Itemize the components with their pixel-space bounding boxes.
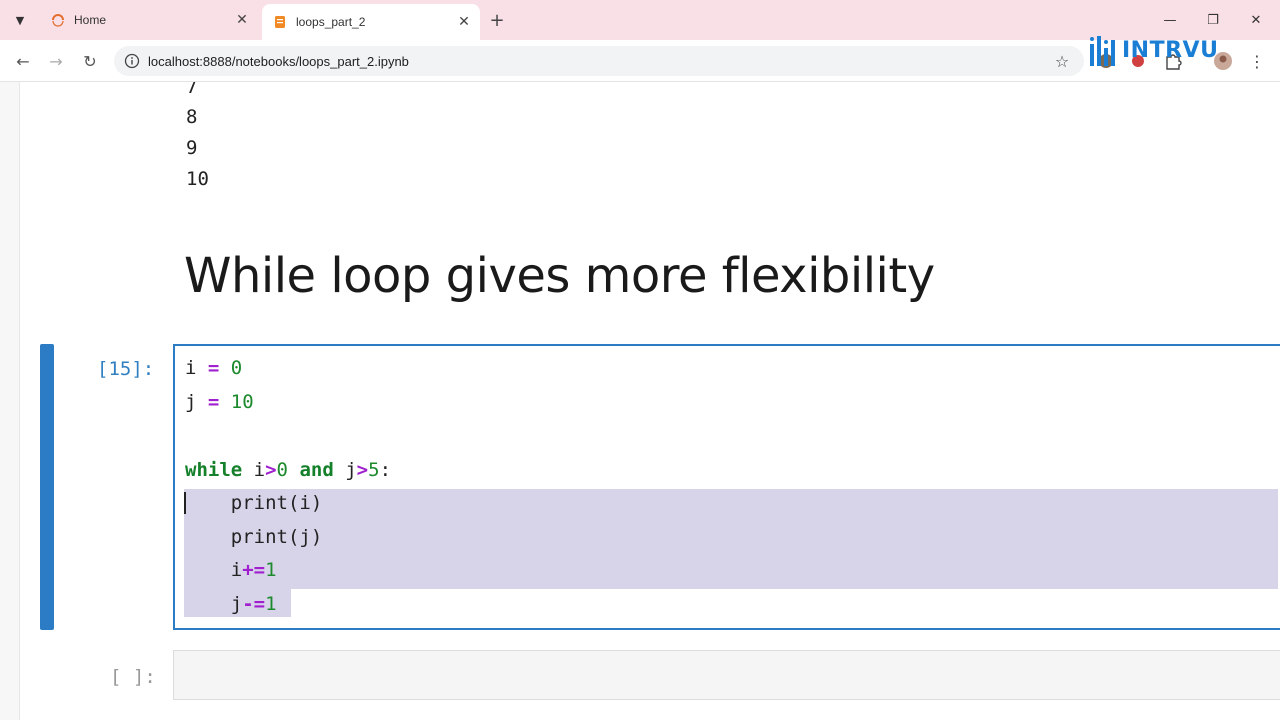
bookmark-star-icon[interactable]: ☆ [1052, 51, 1072, 71]
code-token: > [356, 459, 369, 481]
code-line: i = 0 [185, 357, 242, 379]
intrvu-logo: INTRVU [1088, 26, 1218, 74]
code-token: print(j) [185, 526, 323, 548]
code-token: j [333, 459, 357, 481]
code-token: = [207, 357, 220, 379]
code-token: = [207, 391, 220, 413]
close-window-icon[interactable]: ✕ [1243, 8, 1269, 32]
browser-menu-icon[interactable]: ⋮ [1249, 50, 1265, 72]
url-text: localhost:8888/notebooks/loops_part_2.ip… [148, 53, 409, 69]
code-token: i [185, 357, 208, 379]
code-token: 10 [230, 391, 254, 413]
code-token: i [185, 559, 243, 581]
active-cell-indicator[interactable] [40, 344, 54, 630]
output-line: 10 [186, 168, 209, 190]
code-line: print(j) [185, 526, 323, 548]
close-tab-icon[interactable]: ✕ [454, 12, 474, 32]
tab-search-icon[interactable]: ▼ [8, 9, 32, 31]
output-line: 7 [186, 82, 198, 98]
empty-cell-prompt: [ ]: [110, 666, 156, 688]
code-token: 1 [265, 559, 277, 581]
logo-bars-icon [1090, 36, 1115, 66]
code-line: print(i) [185, 492, 323, 514]
back-arrow-icon[interactable]: ← [11, 49, 35, 73]
code-token: 0 [230, 357, 243, 379]
code-token: while [185, 459, 243, 481]
address-bar[interactable]: localhost:8888/notebooks/loops_part_2.ip… [114, 46, 1084, 76]
code-token: j [185, 391, 208, 413]
code-token: > [265, 459, 277, 481]
cell-prompt: [15]: [97, 358, 155, 380]
tab-loops-part-2[interactable]: loops_part_2 ✕ [262, 4, 480, 40]
text-selection [184, 489, 1278, 589]
code-token: 0 [276, 459, 288, 481]
logo-text: INTRVU [1122, 37, 1219, 63]
reload-icon[interactable]: ↻ [78, 49, 102, 73]
site-info-icon[interactable] [124, 53, 140, 69]
output-line: 9 [186, 137, 198, 159]
code-line: j-=1 [185, 593, 277, 615]
notebook-area[interactable]: 7 8 9 10 While loop gives more flexibili… [0, 82, 1280, 720]
tab-title: Home [74, 13, 107, 27]
code-line: while i>0 and j>5: [185, 459, 391, 481]
code-line: j = 10 [185, 391, 254, 413]
jupyter-favicon-icon [52, 14, 64, 27]
close-tab-icon[interactable]: ✕ [232, 10, 252, 30]
code-line: i+=1 [185, 559, 277, 581]
text-cursor [184, 492, 186, 514]
forward-arrow-icon[interactable]: → [44, 49, 68, 73]
new-tab-icon[interactable]: + [486, 9, 508, 31]
notebook-favicon-icon [275, 16, 285, 28]
code-token: -= [242, 593, 266, 615]
code-token: : [379, 459, 392, 481]
code-token: print(i) [185, 492, 323, 514]
empty-code-cell[interactable] [173, 650, 1280, 700]
output-line: 8 [186, 106, 198, 128]
code-token: 1 [265, 593, 277, 615]
code-token: 5 [368, 459, 380, 481]
tab-title: loops_part_2 [296, 15, 366, 29]
tab-home[interactable]: Home ✕ [40, 4, 258, 36]
code-token: i [242, 459, 266, 481]
markdown-heading: While loop gives more flexibility [184, 248, 935, 304]
code-token: j [185, 593, 243, 615]
code-token: += [242, 559, 266, 581]
notebook-left-gutter [0, 82, 20, 720]
code-token: and [299, 459, 334, 481]
